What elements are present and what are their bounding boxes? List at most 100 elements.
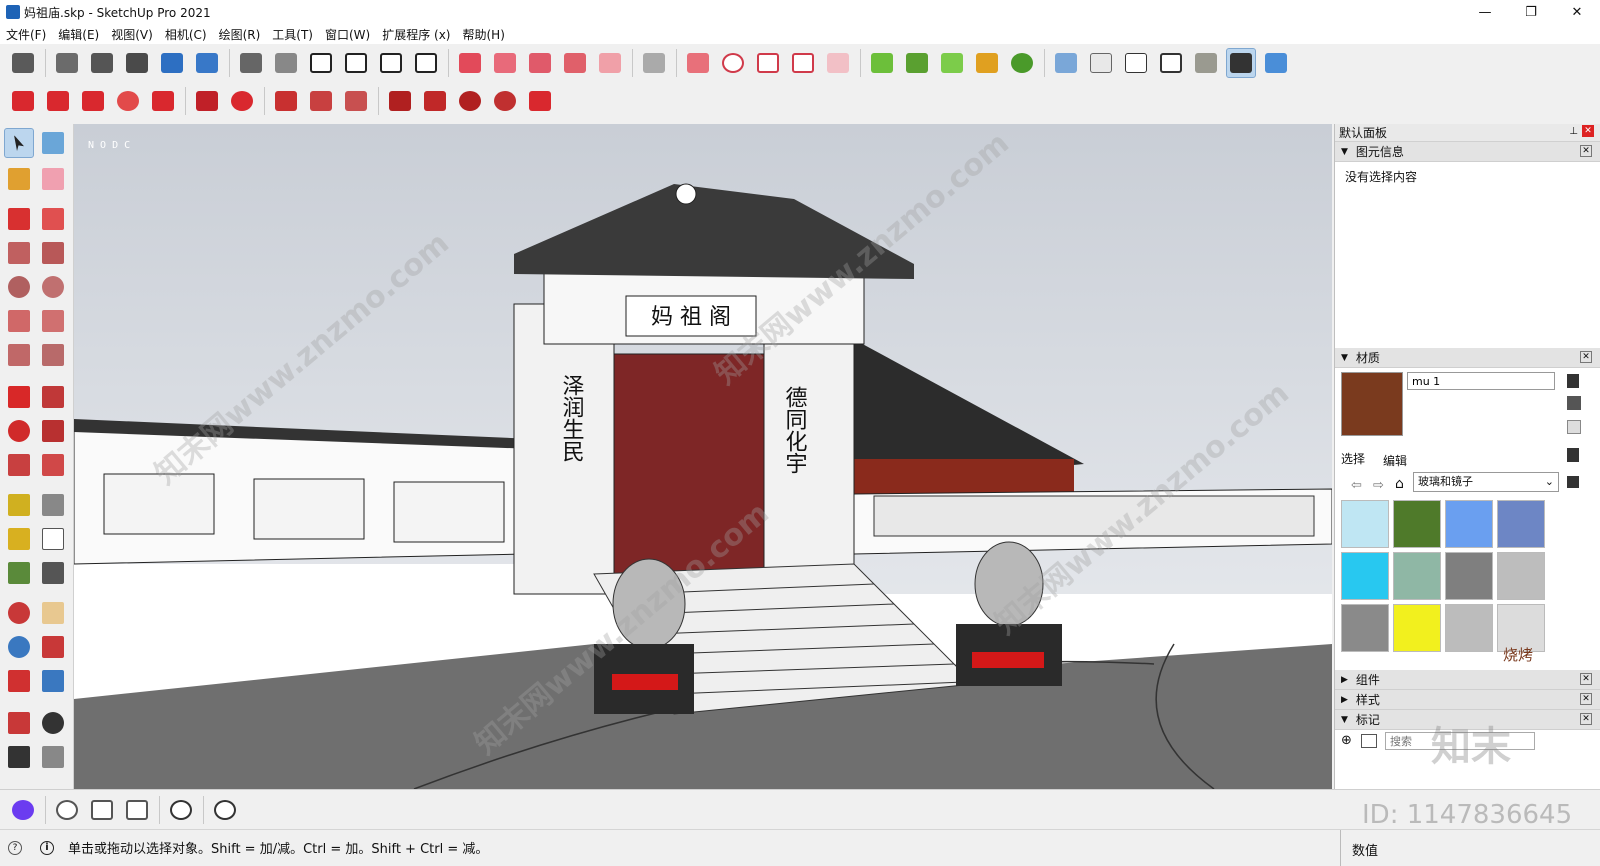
plugin-magnet-button[interactable]: [227, 86, 257, 116]
scale-tool[interactable]: [4, 450, 34, 480]
plugin-stack-button[interactable]: [420, 86, 450, 116]
credits-button[interactable]: [87, 795, 117, 825]
ruby-button[interactable]: [455, 48, 485, 78]
shaded-button[interactable]: [1191, 48, 1221, 78]
settings-gear-button[interactable]: [1007, 48, 1037, 78]
material-swatch-glass-yellow[interactable]: [1393, 604, 1441, 652]
view-top-button[interactable]: [52, 48, 82, 78]
menu-window[interactable]: 窗口(W): [325, 26, 370, 43]
plugin-plane-1-button[interactable]: [271, 86, 301, 116]
new-material-icon[interactable]: [1567, 374, 1579, 388]
offset-tool[interactable]: [38, 450, 68, 480]
material-swatch-glass-reed[interactable]: [1393, 552, 1441, 600]
solid-intersect-button[interactable]: [937, 48, 967, 78]
plugin-box-button[interactable]: [43, 86, 73, 116]
paint-bucket-tool[interactable]: [4, 164, 34, 194]
rectangle-tool[interactable]: [4, 238, 34, 268]
menu-view[interactable]: 视图(V): [111, 26, 153, 43]
pan-tool[interactable]: [38, 598, 68, 628]
material-swatch-mirror-grey[interactable]: [1341, 604, 1389, 652]
hidden-line-button[interactable]: [1156, 48, 1186, 78]
zoom-window-tool[interactable]: [38, 632, 68, 662]
3d-text-tool[interactable]: [38, 558, 68, 588]
status-left-icon[interactable]: ?: [8, 840, 22, 855]
plugin-gear-2-button[interactable]: [455, 86, 485, 116]
close-icon[interactable]: ✕: [1580, 713, 1592, 725]
minimize-button[interactable]: —: [1462, 0, 1508, 24]
suapp-button[interactable]: [8, 86, 38, 116]
material-swatch-glass-sky[interactable]: [1497, 500, 1545, 548]
geo-location-button[interactable]: [52, 795, 82, 825]
wireframe-button[interactable]: [1121, 48, 1151, 78]
select-tool[interactable]: [4, 128, 34, 158]
eyedropper-icon[interactable]: [1567, 448, 1579, 462]
material-name-field[interactable]: [1407, 372, 1555, 390]
back-arrow-icon[interactable]: ⇦: [1351, 478, 1362, 493]
material-swatch-glass-block[interactable]: [1445, 552, 1493, 600]
entity-info-header[interactable]: ▼ 图元信息 ✕: [1335, 142, 1600, 162]
two-point-arc-tool[interactable]: [38, 306, 68, 336]
back-edges-button[interactable]: [1086, 48, 1116, 78]
plugin-bucket-button[interactable]: [78, 86, 108, 116]
menu-tools[interactable]: 工具(T): [272, 26, 313, 43]
cleanup-button[interactable]: [972, 48, 1002, 78]
tab-edit[interactable]: 编辑: [1383, 452, 1407, 469]
solid-gear-button[interactable]: [902, 48, 932, 78]
material-swatch-glass-cyan[interactable]: [1341, 552, 1389, 600]
pie-tool[interactable]: [38, 340, 68, 370]
instructor-button[interactable]: [166, 795, 196, 825]
materials-header[interactable]: ▼ 材质 ✕: [1335, 348, 1600, 368]
pm-button[interactable]: [718, 48, 748, 78]
material-swatch-glass-frosted[interactable]: [1497, 552, 1545, 600]
dimension-tool[interactable]: [38, 490, 68, 520]
axes-tool[interactable]: [4, 558, 34, 588]
push-pull-tool[interactable]: [38, 382, 68, 412]
share-model-button[interactable]: [271, 48, 301, 78]
menu-edit[interactable]: 编辑(E): [58, 26, 99, 43]
document-button[interactable]: [753, 48, 783, 78]
view-front-button[interactable]: [87, 48, 117, 78]
pdf-button[interactable]: [788, 48, 818, 78]
close-icon[interactable]: ✕: [1580, 351, 1592, 363]
close-icon[interactable]: ✕: [1580, 693, 1592, 705]
plugin-s-button[interactable]: [148, 86, 178, 116]
view-right-button[interactable]: [122, 48, 152, 78]
three-point-arc-tool[interactable]: [4, 340, 34, 370]
light-button[interactable]: [595, 48, 625, 78]
add-folder-icon[interactable]: [1361, 734, 1377, 748]
monochrome-button[interactable]: [1261, 48, 1291, 78]
house-outline-button[interactable]: [376, 48, 406, 78]
rotate-tool[interactable]: [4, 416, 34, 446]
protractor-tool[interactable]: [4, 524, 34, 554]
close-icon[interactable]: ✕: [1580, 673, 1592, 685]
material-swatch-glass-blue[interactable]: [1445, 500, 1493, 548]
styles-header[interactable]: ▶ 样式 ✕: [1335, 690, 1600, 710]
freehand-tool[interactable]: [38, 204, 68, 234]
plugin-plane-3-button[interactable]: [341, 86, 371, 116]
extension-warehouse-button[interactable]: [341, 48, 371, 78]
details-arrow-icon[interactable]: [1567, 476, 1579, 488]
plugin-plane-2-button[interactable]: [306, 86, 336, 116]
components-header[interactable]: ▶ 组件 ✕: [1335, 670, 1600, 690]
view-back-button[interactable]: [157, 48, 187, 78]
material-swatch-glass-blue-grid[interactable]: [1341, 500, 1389, 548]
solid-tools-button[interactable]: [867, 48, 897, 78]
eraser-tool[interactable]: [38, 164, 68, 194]
circle-tool[interactable]: [4, 272, 34, 302]
refresh-button[interactable]: [683, 48, 713, 78]
menu-help[interactable]: 帮助(H): [462, 26, 504, 43]
plugin-rotate-button[interactable]: [192, 86, 222, 116]
zoom-tool[interactable]: [4, 632, 34, 662]
text-tool[interactable]: [38, 524, 68, 554]
forward-arrow-icon[interactable]: ⇨: [1373, 478, 1384, 493]
previous-view-tool[interactable]: [38, 666, 68, 696]
position-camera-tool[interactable]: [4, 708, 34, 738]
sample-paint-icon[interactable]: [1567, 420, 1581, 434]
maximize-button[interactable]: ❐: [1508, 0, 1554, 24]
material-3d-icon[interactable]: [1567, 396, 1581, 410]
tab-select[interactable]: 选择: [1341, 450, 1365, 467]
palette-button[interactable]: [560, 48, 590, 78]
menu-file[interactable]: 文件(F): [6, 26, 46, 43]
plugin-flower-button[interactable]: [113, 86, 143, 116]
orbit-tool[interactable]: [4, 598, 34, 628]
